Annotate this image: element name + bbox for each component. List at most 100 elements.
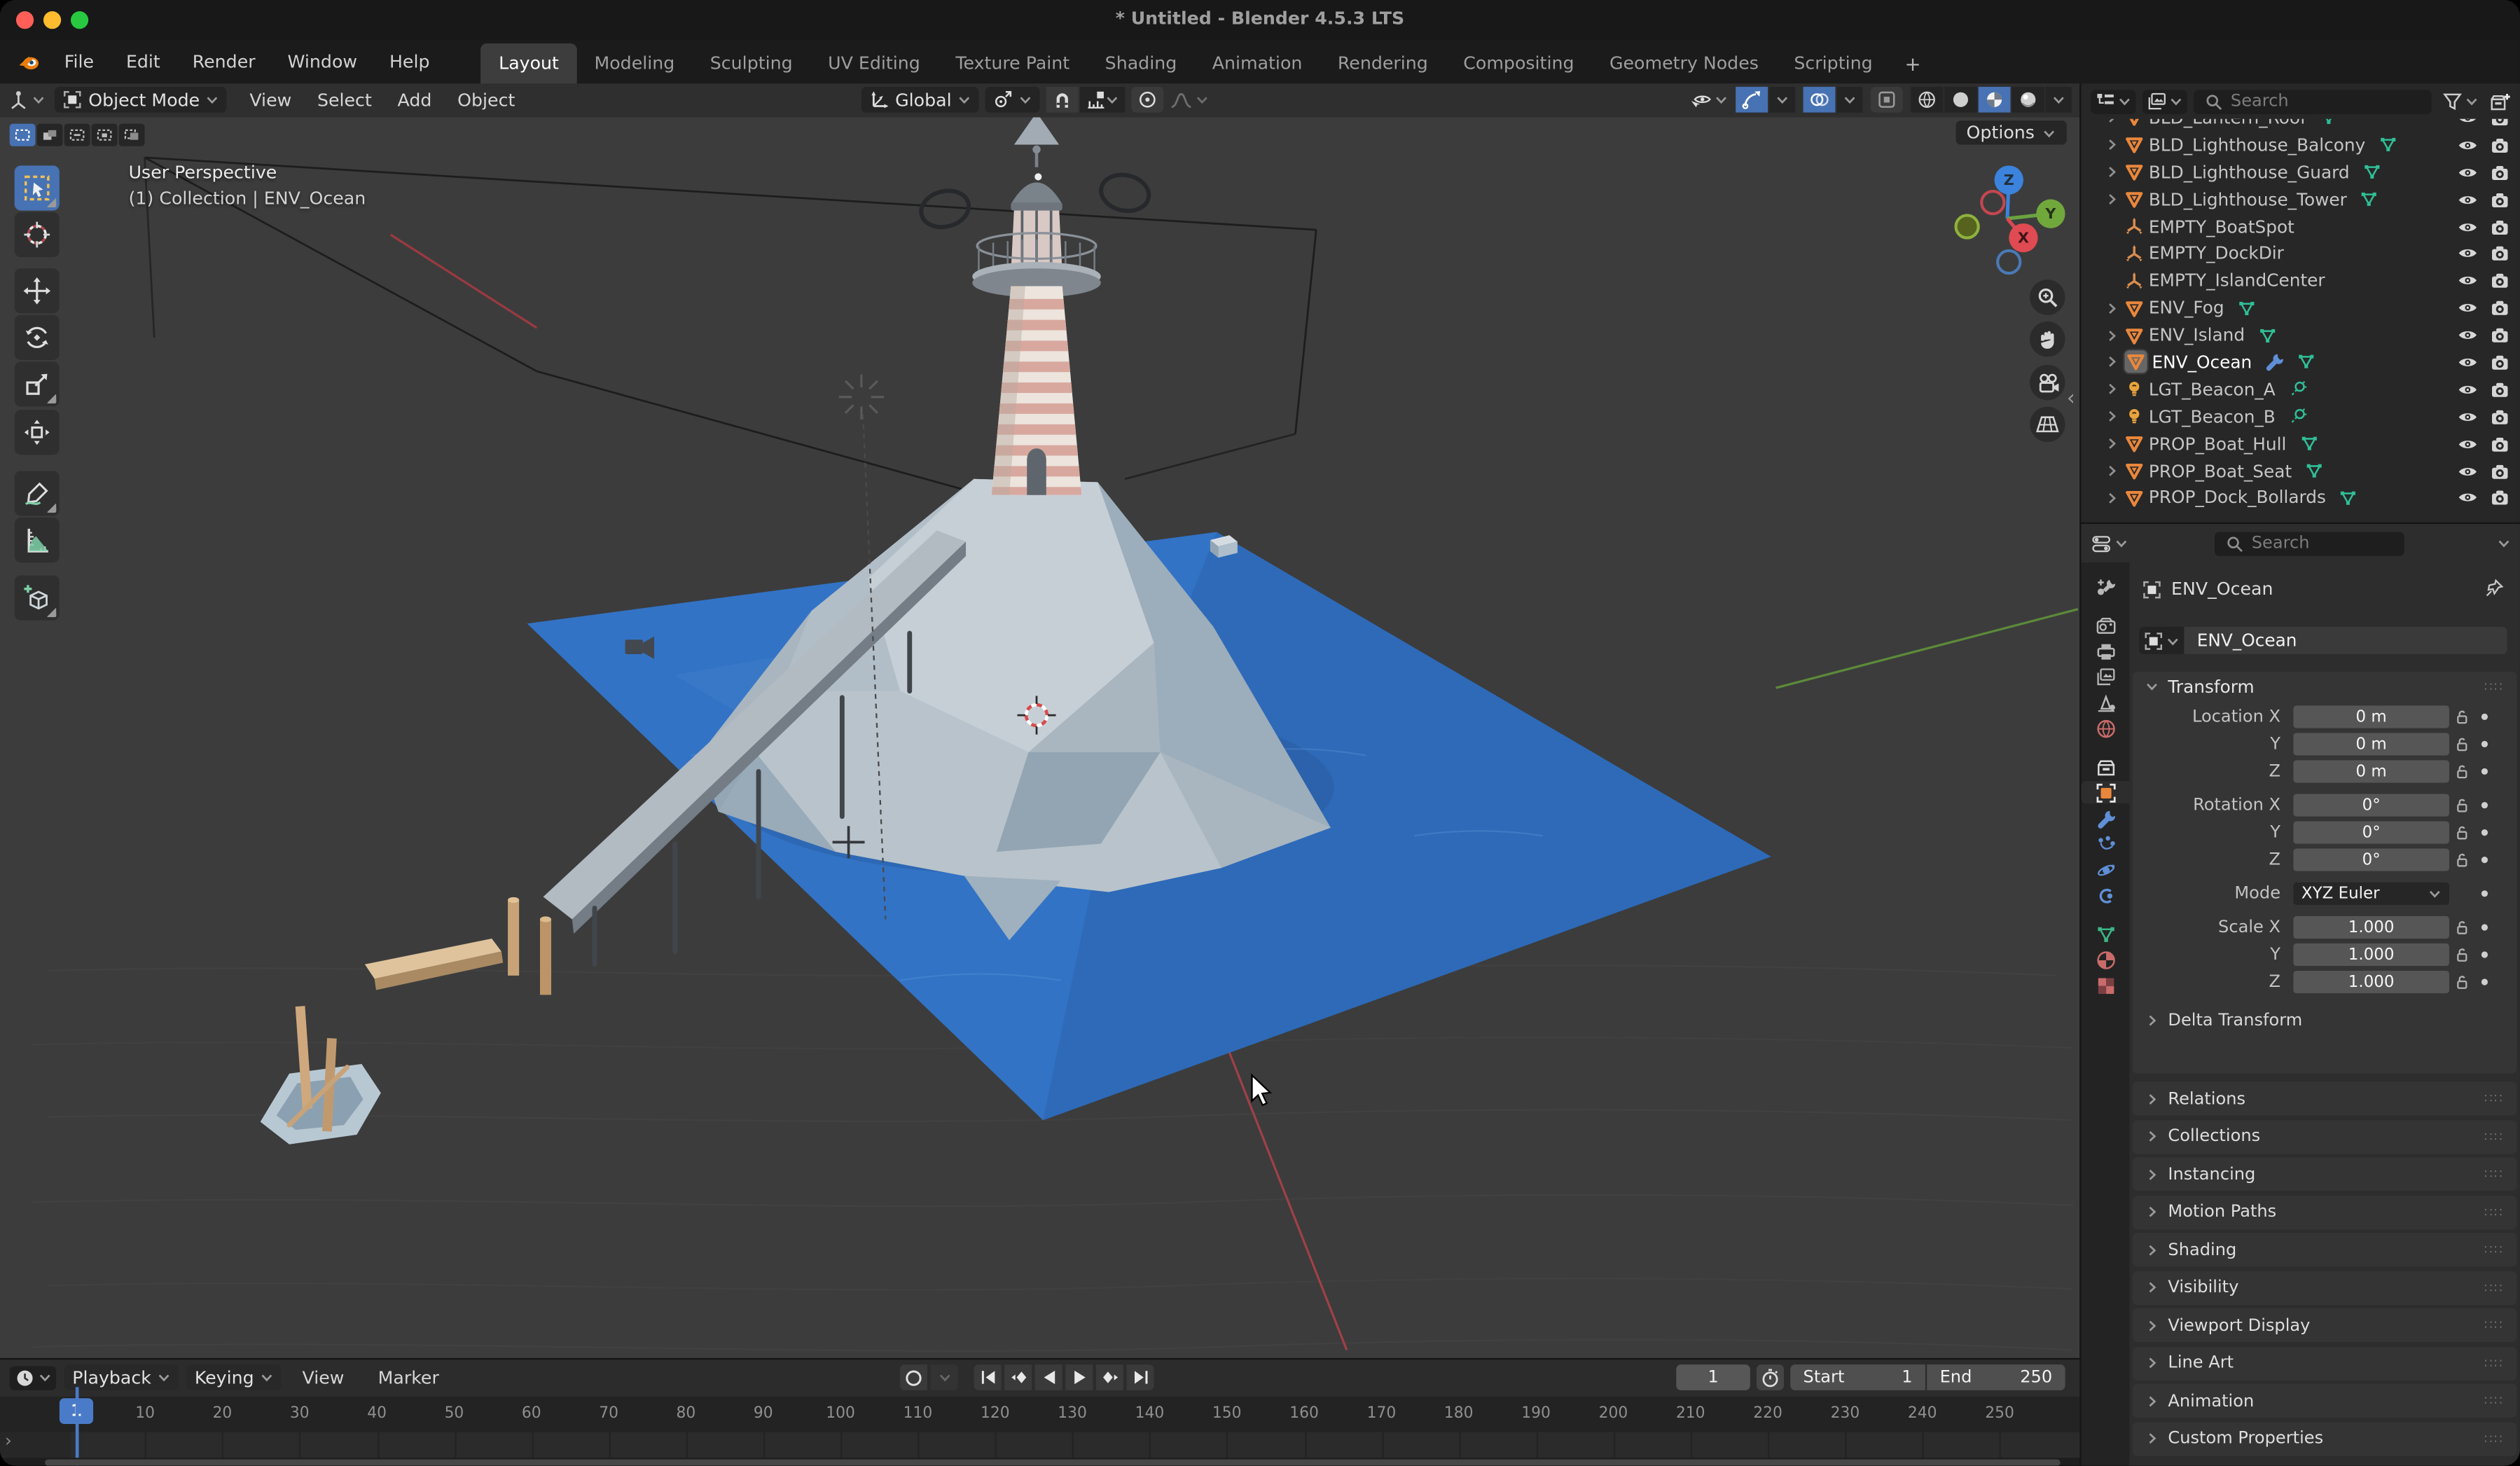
expand-chevron-icon[interactable] [2102, 464, 2119, 477]
disable-render-camera-icon[interactable] [2489, 134, 2510, 155]
shading-wireframe-button[interactable] [1911, 87, 1943, 113]
world-tab[interactable] [2082, 717, 2130, 739]
timeline-marker-menu[interactable]: Marker [365, 1367, 452, 1388]
options-dropdown[interactable]: Options [1955, 120, 2066, 144]
data-tab[interactable] [2082, 922, 2130, 945]
timeline-ruler[interactable]: 1 10203040506070809010011012013014015016… [0, 1397, 2079, 1432]
expand-chevron-icon[interactable] [2102, 139, 2119, 151]
panel-drag-dots[interactable]: ∷∷ [2484, 1129, 2504, 1144]
object-id-dropdown[interactable] [2139, 627, 2184, 654]
panel-viewport-display[interactable]: Viewport Display∷∷ [2133, 1308, 2516, 1342]
select-mode-new[interactable] [10, 124, 36, 146]
outliner-search-input[interactable]: Search [2194, 89, 2432, 113]
timeline-scrollbar[interactable] [45, 1459, 2060, 1465]
panel-custom-properties[interactable]: Custom Properties∷∷ [2133, 1422, 2516, 1455]
panel-animation[interactable]: Animation∷∷ [2133, 1384, 2516, 1418]
object-name-field[interactable]: ENV_Ocean [2139, 627, 2507, 654]
workspace-tab-sculpting[interactable]: Sculpting [693, 43, 810, 83]
collection-tab[interactable] [2082, 755, 2130, 777]
filter-dropdown[interactable] [2438, 89, 2483, 113]
object-name[interactable]: EMPTY_IslandCenter [2149, 270, 2325, 291]
panel-shading[interactable]: Shading∷∷ [2133, 1233, 2516, 1266]
outliner-row-prop_dock_bollards[interactable]: PROP_Dock_Bollards [2082, 485, 2520, 512]
workspace-tab-layout[interactable]: Layout [481, 43, 576, 83]
expand-chevron-icon[interactable] [2102, 383, 2119, 396]
disable-render-camera-icon[interactable] [2489, 162, 2510, 183]
workspace-tab-rendering[interactable]: Rendering [1320, 43, 1446, 83]
playhead-line[interactable] [75, 1387, 79, 1465]
outliner-row-bld_lighthouse_tower[interactable]: BLD_Lighthouse_Tower [2082, 186, 2520, 213]
panel-drag-dots[interactable]: ∷∷ [2484, 679, 2504, 693]
scene-tab[interactable] [2082, 691, 2130, 714]
frame-start-field[interactable]: Start 1 [1790, 1364, 1925, 1390]
object-name-value[interactable]: ENV_Ocean [2184, 627, 2507, 654]
lock-icon[interactable] [2454, 947, 2470, 963]
disable-render-camera-icon[interactable] [2489, 406, 2510, 427]
add-cube-tool[interactable] [15, 575, 60, 620]
workspace-tab-geometry-nodes[interactable]: Geometry Nodes [1592, 43, 1776, 83]
outliner-row-env_fog[interactable]: ENV_Fog [2082, 294, 2520, 321]
object-name[interactable]: PROP_Boat_Seat [2149, 460, 2292, 481]
navigation-gizmo[interactable]: Z Y X [1943, 154, 2072, 283]
texture-tab[interactable] [2082, 974, 2130, 997]
output-tab[interactable] [2082, 639, 2130, 662]
frame-end-field[interactable]: End 250 [1927, 1364, 2065, 1390]
disable-render-camera-icon[interactable] [2489, 325, 2510, 346]
box-select-tool[interactable] [15, 165, 60, 210]
outliner-row-bld_lighthouse_guard[interactable]: BLD_Lighthouse_Guard [2082, 159, 2520, 186]
expand-chevron-icon[interactable] [2102, 437, 2119, 450]
visibility-dropdown[interactable] [1689, 90, 1728, 109]
panel-drag-dots[interactable]: ∷∷ [2484, 1393, 2504, 1408]
hide-eye-icon[interactable] [2457, 134, 2478, 155]
auto-key-toggle[interactable] [900, 1364, 927, 1390]
workspace-tab-modeling[interactable]: Modeling [576, 43, 692, 83]
object-name[interactable]: BLD_Lantern_Roof [2149, 119, 2306, 129]
pin-icon[interactable] [2484, 579, 2504, 598]
timeline-expand-arrow[interactable]: › [5, 1430, 12, 1451]
value-field[interactable]: 1.000 [2293, 943, 2449, 966]
disable-render-camera-icon[interactable] [2489, 487, 2510, 509]
outliner-filter-type-dropdown[interactable] [2142, 89, 2187, 113]
measure-tool[interactable] [15, 518, 60, 562]
object-name[interactable]: PROP_Boat_Hull [2149, 434, 2287, 455]
transform-panel-header[interactable]: Transform ∷∷ [2133, 672, 2516, 700]
hide-eye-icon[interactable] [2457, 379, 2478, 400]
select-mode-invert[interactable] [92, 124, 118, 146]
add-workspace-button[interactable]: + [1890, 45, 1935, 83]
panel-drag-dots[interactable]: ∷∷ [2484, 1091, 2504, 1106]
hide-eye-icon[interactable] [2457, 487, 2478, 509]
workspace-tab-uv-editing[interactable]: UV Editing [810, 43, 938, 83]
camera-view-button[interactable] [2030, 365, 2065, 400]
falloff-dropdown[interactable] [1170, 91, 1209, 109]
expand-chevron-icon[interactable] [2102, 193, 2119, 206]
disable-render-camera-icon[interactable] [2489, 379, 2510, 400]
next-keyframe-button[interactable] [1096, 1364, 1123, 1390]
hide-eye-icon[interactable] [2457, 243, 2478, 264]
move-tool[interactable] [15, 268, 60, 313]
animate-dot[interactable] [2481, 924, 2488, 930]
expand-chevron-icon[interactable] [2102, 410, 2119, 423]
shading-material-button[interactable] [1979, 87, 2011, 113]
properties-search-input[interactable]: Search [2215, 531, 2404, 555]
animate-dot[interactable] [2481, 979, 2488, 985]
object-name[interactable]: PROP_Dock_Bollards [2149, 487, 2326, 509]
expand-chevron-icon[interactable] [2102, 302, 2119, 314]
hide-eye-icon[interactable] [2457, 406, 2478, 427]
hide-eye-icon[interactable] [2457, 434, 2478, 455]
gizmo-minus-z[interactable] [1998, 251, 2020, 273]
object-name[interactable]: EMPTY_DockDir [2149, 243, 2284, 264]
play-button[interactable] [1065, 1364, 1093, 1390]
menu-file[interactable]: File [48, 51, 110, 72]
outliner-row-lgt_beacon_b[interactable]: LGT_Beacon_B [2082, 403, 2520, 430]
expand-chevron-icon[interactable] [2102, 356, 2119, 368]
outliner-row-empty_islandcenter[interactable]: EMPTY_IslandCenter [2082, 268, 2520, 295]
panel-drag-dots[interactable]: ∷∷ [2484, 1431, 2504, 1446]
auto-key-dropdown[interactable] [931, 1364, 958, 1390]
animate-dot[interactable] [2481, 829, 2488, 836]
snap-toggle[interactable] [1046, 87, 1079, 113]
object-name[interactable]: BLD_Lighthouse_Guard [2149, 162, 2350, 183]
overlays-dropdown[interactable] [1837, 87, 1863, 113]
animate-dot[interactable] [2481, 890, 2488, 897]
hide-eye-icon[interactable] [2457, 325, 2478, 346]
material-tab[interactable] [2082, 948, 2130, 971]
